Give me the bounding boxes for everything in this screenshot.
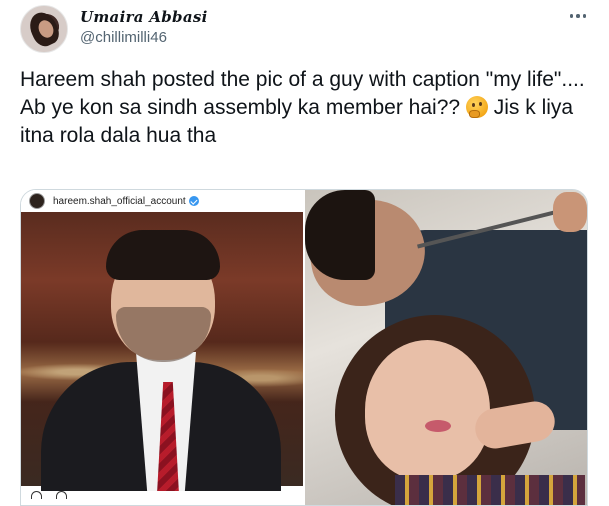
man-hand [553, 192, 587, 232]
heart-icon [31, 491, 42, 499]
thinking-face-emoji-icon [465, 96, 488, 118]
dot [576, 14, 580, 18]
more-options-icon[interactable] [566, 4, 590, 28]
man-hair [106, 230, 220, 280]
tweet-media: hareem.shah_official_account [20, 189, 588, 506]
tweet-text-line-1: Hareem shah posted the pic of a guy with… [20, 68, 585, 91]
woman-face [365, 340, 490, 480]
tweet-text-segment: Ab ye kon sa sindh assembly ka member ha… [20, 96, 466, 119]
dot [569, 14, 574, 18]
media-photo-right[interactable] [305, 190, 587, 505]
comment-icon [56, 491, 67, 499]
tweet-text-line-2: Ab ye kon sa sindh assembly ka member ha… [20, 94, 595, 150]
dot [582, 14, 587, 18]
tweet: Umaira Abbasi @chillimilli46 Hareem shah… [0, 0, 609, 506]
instagram-header: hareem.shah_official_account [21, 190, 303, 212]
instagram-avatar [29, 193, 45, 209]
author-avatar[interactable] [20, 5, 68, 53]
tweet-text: Hareem shah posted the pic of a guy with… [20, 66, 595, 150]
woman-clothing [395, 475, 585, 505]
author-display-name[interactable]: Umaira Abbasi [80, 8, 208, 26]
media-photo-left[interactable]: hareem.shah_official_account [21, 190, 303, 505]
woman-lips [425, 420, 451, 432]
verified-badge-icon [188, 196, 199, 206]
photo-background [305, 190, 587, 505]
photo-background [21, 212, 303, 505]
author-handle[interactable]: @chillimilli46 [80, 29, 167, 46]
instagram-action-row [21, 491, 303, 505]
instagram-account-name: hareem.shah_official_account [53, 195, 186, 207]
man-hair [305, 190, 375, 280]
